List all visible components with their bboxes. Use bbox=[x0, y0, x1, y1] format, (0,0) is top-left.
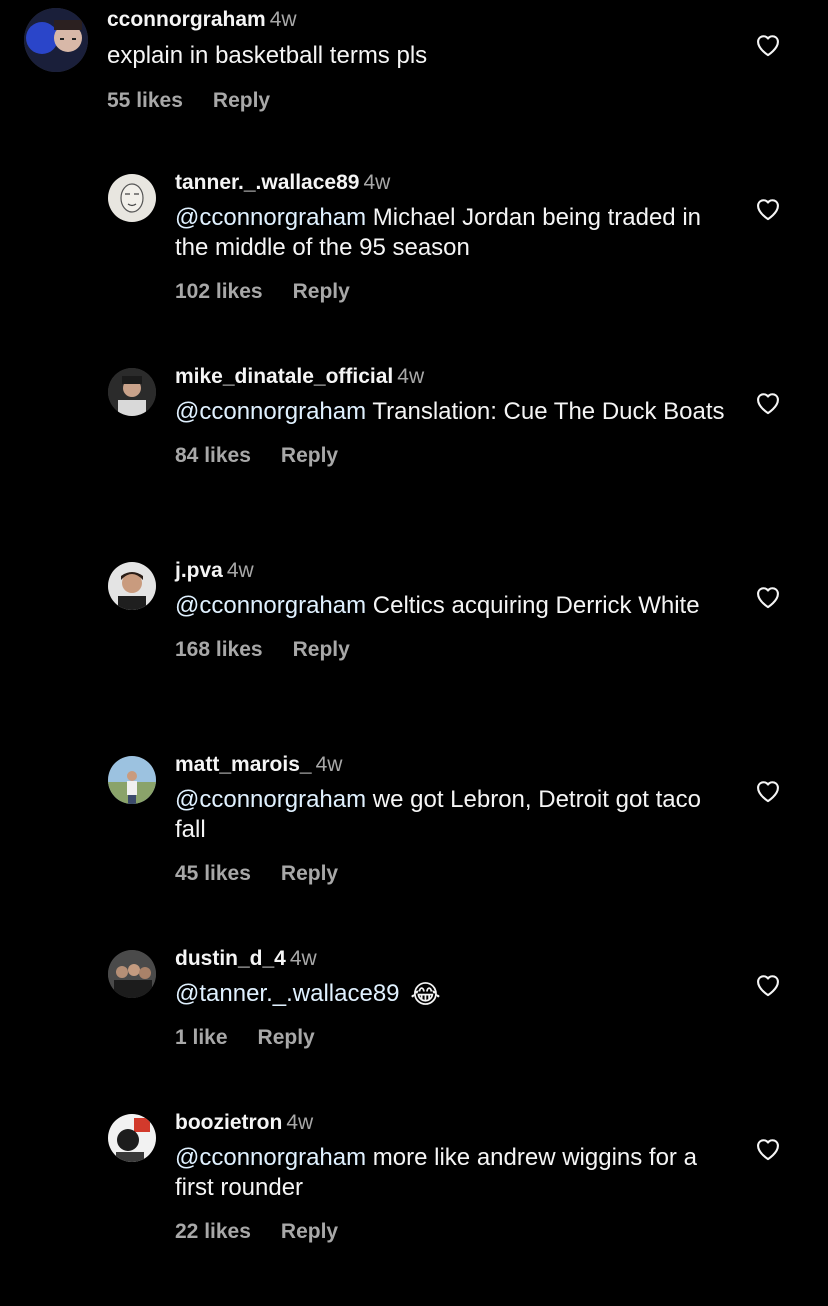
username-link[interactable]: j.pva bbox=[175, 559, 223, 582]
heart-outline-icon[interactable] bbox=[754, 1135, 782, 1161]
heart-outline-icon[interactable] bbox=[754, 971, 782, 997]
likes-count[interactable]: 102 likes bbox=[175, 280, 263, 303]
comment-actions: 1 like Reply bbox=[175, 1025, 728, 1051]
comment-header: cconnorgraham 4w bbox=[107, 7, 728, 33]
likes-count[interactable]: 55 likes bbox=[107, 89, 183, 112]
comment-header: mike_dinatale_official 4w bbox=[175, 364, 728, 390]
username-link[interactable]: cconnorgraham bbox=[107, 8, 266, 31]
comment-text: @cconnorgraham we got Lebron, Detroit go… bbox=[175, 785, 728, 845]
username-link[interactable]: tanner._.wallace89 bbox=[175, 171, 359, 194]
comment-actions: 102 likes Reply bbox=[175, 279, 728, 305]
username-link[interactable]: matt_marois_ bbox=[175, 753, 312, 776]
comment-text: @tanner._.wallace89 😂 bbox=[175, 979, 728, 1009]
comment-text: @cconnorgraham more like andrew wiggins … bbox=[175, 1143, 728, 1203]
comment-body: cconnorgraham 4w explain in basketball te… bbox=[107, 7, 728, 114]
comment-body: j.pva 4w @cconnorgraham Celtics acquiring… bbox=[175, 558, 728, 663]
comments-feed: cconnorgraham 4w explain in basketball te… bbox=[0, 0, 828, 1306]
comment-text: @cconnorgraham Celtics acquiring Derrick… bbox=[175, 591, 728, 621]
timestamp: 4w bbox=[226, 559, 254, 582]
mention-link[interactable]: @cconnorgraham bbox=[175, 786, 366, 813]
comment-actions: 55 likes Reply bbox=[107, 88, 728, 114]
comment-header: boozietron 4w bbox=[175, 1110, 728, 1136]
username-link[interactable]: mike_dinatale_official bbox=[175, 365, 393, 388]
avatar[interactable] bbox=[108, 174, 156, 222]
reply-button[interactable]: Reply bbox=[281, 1220, 338, 1243]
timestamp: 4w bbox=[269, 8, 297, 31]
comment-text: @cconnorgraham Translation: Cue The Duck… bbox=[175, 397, 728, 427]
comment-body: dustin_d_4 4w @tanner._.wallace89 😂 1 lik… bbox=[175, 946, 728, 1051]
likes-count[interactable]: 168 likes bbox=[175, 638, 263, 661]
mention-link[interactable]: @cconnorgraham bbox=[175, 204, 366, 231]
reply-button[interactable]: Reply bbox=[213, 89, 270, 112]
mention-link[interactable]: @cconnorgraham bbox=[175, 398, 366, 425]
comment-text-content: explain in basketball terms pls bbox=[107, 42, 428, 69]
reply-button[interactable]: Reply bbox=[293, 638, 350, 661]
likes-count[interactable]: 1 like bbox=[175, 1026, 228, 1049]
likes-count[interactable]: 22 likes bbox=[175, 1220, 251, 1243]
timestamp: 4w bbox=[315, 753, 343, 776]
avatar[interactable] bbox=[108, 756, 156, 804]
comment-header: matt_marois_ 4w bbox=[175, 752, 728, 778]
comment-body: boozietron 4w @cconnorgraham more like an… bbox=[175, 1110, 728, 1245]
comment-header: j.pva 4w bbox=[175, 558, 728, 584]
laughing-emoji-icon: 😂 bbox=[410, 979, 441, 1009]
comment-text-content: Translation: Cue The Duck Boats bbox=[372, 398, 725, 425]
reply-button[interactable]: Reply bbox=[281, 862, 338, 885]
comment-header: dustin_d_4 4w bbox=[175, 946, 728, 972]
comment-text-content: Celtics acquiring Derrick White bbox=[372, 592, 700, 619]
heart-outline-icon[interactable] bbox=[754, 777, 782, 803]
reply-button[interactable]: Reply bbox=[293, 280, 350, 303]
avatar[interactable] bbox=[24, 8, 88, 72]
comment-body: mike_dinatale_official 4w @cconnorgraham … bbox=[175, 364, 728, 469]
mention-link[interactable]: @tanner._.wallace89 bbox=[175, 980, 400, 1007]
comment-actions: 168 likes Reply bbox=[175, 637, 728, 663]
reply-button[interactable]: Reply bbox=[281, 444, 338, 467]
heart-outline-icon[interactable] bbox=[754, 195, 782, 221]
comment-text: @cconnorgraham Michael Jordan being trad… bbox=[175, 203, 728, 263]
username-link[interactable]: dustin_d_4 bbox=[175, 947, 286, 970]
comment-text: explain in basketball terms pls bbox=[107, 41, 728, 71]
heart-outline-icon[interactable] bbox=[754, 389, 782, 415]
mention-link[interactable]: @cconnorgraham bbox=[175, 592, 366, 619]
likes-count[interactable]: 45 likes bbox=[175, 862, 251, 885]
comment-actions: 22 likes Reply bbox=[175, 1219, 728, 1245]
reply-button[interactable]: Reply bbox=[258, 1026, 315, 1049]
heart-outline-icon[interactable] bbox=[754, 31, 782, 57]
comment-body: matt_marois_ 4w @cconnorgraham we got Leb… bbox=[175, 752, 728, 887]
likes-count[interactable]: 84 likes bbox=[175, 444, 251, 467]
username-link[interactable]: boozietron bbox=[175, 1111, 282, 1134]
timestamp: 4w bbox=[286, 1111, 314, 1134]
comment-body: tanner._.wallace89 4w @cconnorgraham Mich… bbox=[175, 170, 728, 305]
comment-header: tanner._.wallace89 4w bbox=[175, 170, 728, 196]
timestamp: 4w bbox=[397, 365, 425, 388]
avatar[interactable] bbox=[108, 368, 156, 416]
comment-actions: 45 likes Reply bbox=[175, 861, 728, 887]
timestamp: 4w bbox=[363, 171, 391, 194]
timestamp: 4w bbox=[289, 947, 317, 970]
avatar[interactable] bbox=[108, 1114, 156, 1162]
heart-outline-icon[interactable] bbox=[754, 583, 782, 609]
avatar[interactable] bbox=[108, 562, 156, 610]
comment-actions: 84 likes Reply bbox=[175, 443, 728, 469]
mention-link[interactable]: @cconnorgraham bbox=[175, 1144, 366, 1171]
avatar[interactable] bbox=[108, 950, 156, 998]
